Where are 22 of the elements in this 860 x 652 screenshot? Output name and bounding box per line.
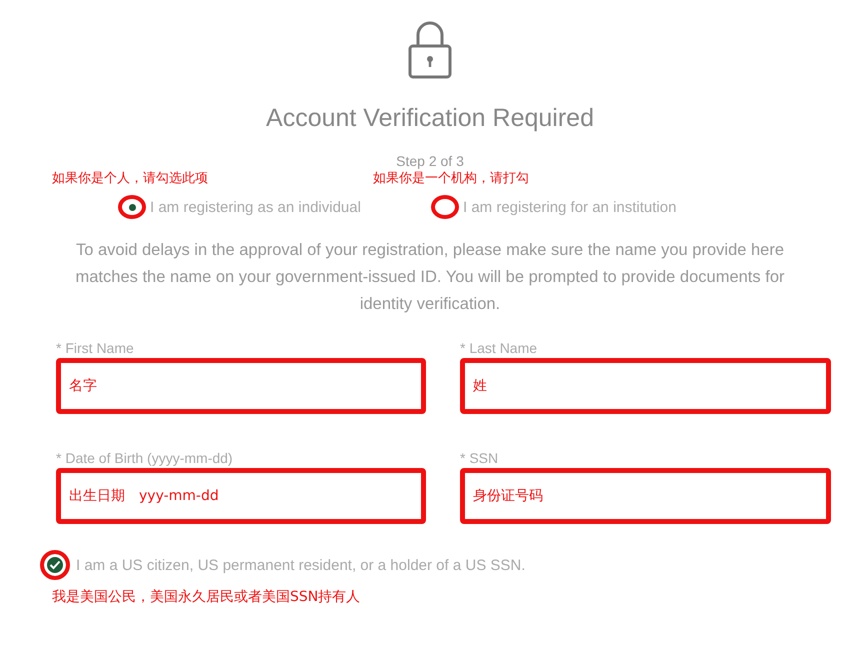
input-field[interactable]: 身份证号码 [460,468,831,524]
page-title: Account Verification Required [266,104,594,133]
field-label: * SSN [460,450,500,466]
field-label: * Date of Birth (yyyy-mm-dd) [56,450,234,466]
check-icon [49,560,61,570]
notice-text: To avoid delays in the approval of your registration, please make sure the name you provide here matches the name on your government-issued ID. You will be prompted to provide documents for identity verification. [74,240,786,315]
radio-label: I am registering as an individual [150,198,361,216]
field-label: * Last Name [460,340,538,356]
annotation-text: 如果你是个人，请勾选此项 [52,170,209,187]
field-label: * First Name [56,340,135,356]
input-field[interactable]: 姓 [460,358,831,414]
radio-button[interactable] [118,195,146,219]
checkbox[interactable] [40,550,70,580]
input-field[interactable]: 出生日期 yyy-mm-dd [56,468,426,524]
checkbox-label: I am a US citizen, US permanent resident, or a holder of a US SSN. [76,556,526,574]
lock-icon [407,20,453,80]
step-indicator: Step 2 of 3 [396,153,464,169]
input-field[interactable]: 名字 [56,358,426,414]
radio-label: I am registering for an institution [463,198,676,216]
annotation-text: 我是美国公民，美国永久居民或者美国SSN持有人 [52,588,360,606]
annotation-text: 如果你是一个机构，请打勾 [373,170,530,187]
radio-button[interactable] [431,195,459,219]
